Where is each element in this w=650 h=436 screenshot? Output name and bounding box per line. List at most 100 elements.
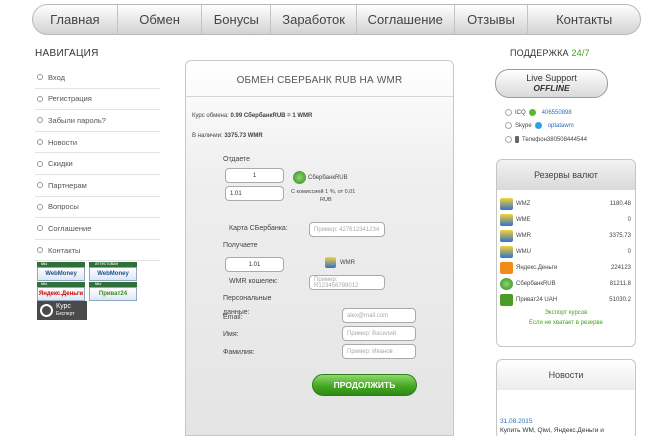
reserves-box: Резервы валют WMZ 1180.48 WME 0 WMR 3375… — [496, 159, 636, 347]
reserve-name: СбербанкRUB — [516, 281, 556, 287]
nav-earnings[interactable]: Заработок — [271, 5, 357, 34]
wmr-wallet-input[interactable]: Пример: R123456789012 — [309, 275, 385, 290]
commission-note: С комиссией 1 %, от 0,01 — [291, 189, 356, 195]
bullet-icon — [505, 122, 512, 129]
support-title-accent: 24/7 — [571, 48, 590, 58]
nav-home[interactable]: Главная — [33, 5, 118, 34]
nav-agreement[interactable]: Соглашение — [357, 5, 455, 34]
reserve-amount: 0 — [627, 249, 631, 255]
kurs-expert-badge[interactable]: Курс Експерт — [37, 301, 87, 320]
nav-contacts[interactable]: Контакты — [528, 5, 640, 34]
personal-label: Персональные — [223, 295, 272, 302]
wme-icon — [500, 214, 513, 226]
reserve-row-wmz: WMZ 1180.48 — [500, 196, 631, 212]
reserve-amount: 3375.73 — [609, 233, 631, 239]
reserve-amount: 51030.2 — [609, 297, 631, 303]
live-support-button[interactable]: Live Support OFFLINE — [495, 69, 608, 98]
name-input[interactable]: Пример: Василий — [342, 326, 416, 341]
get-amount-input[interactable]: 1.01 — [225, 257, 284, 272]
phone-contact: Телефон380508444544 — [505, 136, 587, 143]
reserve-row-privat24: Приват24 UAH 51030.2 — [500, 292, 631, 308]
reserve-name: WMU — [516, 249, 531, 255]
left-nav-partners[interactable]: Партнерам — [35, 175, 160, 197]
reserve-name: Приват24 UAH — [516, 297, 558, 303]
yandex-money-icon — [500, 262, 513, 274]
navigation-title: НАВИГАЦИЯ — [35, 48, 99, 59]
not-enough-reserve-link[interactable]: Если не хватает в резерве — [497, 320, 635, 326]
wmr-icon — [500, 230, 513, 242]
phone-number: Телефон380508444544 — [522, 136, 587, 143]
bullet-icon — [37, 95, 43, 102]
nav-exchange[interactable]: Обмен — [118, 5, 203, 34]
icq-contact: ICQ 406550898 — [505, 109, 572, 116]
badge-caption: аттестован — [95, 261, 119, 266]
reserve-amount: 1180.48 — [609, 201, 631, 207]
left-nav-forgot-password[interactable]: Забыли пароль? — [35, 110, 160, 132]
skype-icon — [534, 122, 542, 129]
reserve-amount: 81211.8 — [609, 281, 631, 287]
nav-bonuses[interactable]: Бонусы — [202, 5, 272, 34]
commission-unit: RUB — [320, 197, 332, 203]
skype-name[interactable]: optatawm — [548, 123, 574, 129]
bullet-icon — [505, 136, 512, 143]
nav-reviews[interactable]: Отзывы — [455, 5, 529, 34]
left-nav-login[interactable]: Вход — [35, 67, 160, 89]
reserve-name: WME — [516, 217, 531, 223]
privat24-icon — [500, 294, 513, 306]
give-label: Отдаете — [223, 156, 251, 163]
support-title: ПОДДЕРЖКА 24/7 — [510, 48, 590, 58]
bullet-icon — [37, 225, 43, 232]
privat24-badge[interactable]: Приват24 — [89, 287, 137, 301]
left-nav-contacts[interactable]: Контакты — [35, 240, 160, 262]
export-rates-link[interactable]: Экспорт курсов — [497, 310, 635, 316]
sberbank-icon — [500, 278, 513, 290]
icq-label: ICQ — [515, 109, 526, 116]
sberbank-icon — [293, 171, 306, 184]
support-title-text: ПОДДЕРЖКА — [510, 48, 569, 58]
news-date[interactable]: 31.08.2015 — [500, 418, 533, 425]
top-navigation: Главная Обмен Бонусы Заработок Соглашени… — [32, 4, 641, 35]
reserve-amount: 0 — [627, 217, 631, 223]
reserve-amount: 224123 — [610, 265, 631, 271]
phone-icon — [515, 136, 519, 143]
exchange-rate: Курс обмена: 0.99 СбербанкRUB = 1 WMR — [192, 113, 313, 119]
card-number-input[interactable]: Пример: 427612341234 — [309, 222, 385, 237]
name-label: Имя: — [223, 331, 239, 338]
yandex-money-badge[interactable]: Яндекс.Деньги — [37, 287, 85, 301]
skype-contact: Skype optatawm — [505, 122, 574, 129]
bullet-icon — [37, 247, 43, 254]
continue-button[interactable]: ПРОДОЛЖИТЬ — [312, 374, 417, 396]
icq-number[interactable]: 406550898 — [542, 110, 572, 116]
news-headline[interactable]: Купить WM, Qiwi, Яндекс.Деньги и — [500, 427, 604, 434]
skype-label: Skype — [515, 122, 532, 129]
email-label: Email: — [223, 314, 243, 321]
card-label: Карта СБербанка: — [229, 225, 288, 232]
icq-flower-icon — [528, 109, 536, 116]
get-label: Получаете — [223, 242, 258, 249]
webmoney-badge[interactable]: WebMoney — [37, 267, 85, 281]
bullet-icon — [37, 139, 43, 146]
webmoney-attested-badge[interactable]: WebMoney — [89, 267, 137, 281]
kurs-text: Курс — [56, 303, 71, 310]
bullet-icon — [37, 74, 43, 81]
kurs-logo-icon — [40, 304, 53, 317]
reserve-row-wmr: WMR 3375.73 — [500, 228, 631, 244]
live-support-status: OFFLINE — [533, 83, 570, 93]
wallet-label: WMR кошелек: — [229, 278, 278, 285]
reserve-name: Яндекс.Деньги — [516, 265, 558, 271]
left-nav-register[interactable]: Регистрация — [35, 89, 160, 111]
left-nav-agreement[interactable]: Соглашение — [35, 218, 160, 240]
bullet-icon — [37, 117, 43, 124]
give-quantity-input[interactable]: 1 — [225, 168, 284, 183]
left-nav-news[interactable]: Новости — [35, 132, 160, 154]
left-nav-list: Вход Регистрация Забыли пароль? Новости … — [35, 67, 160, 262]
surname-input[interactable]: Пример: Иванов — [342, 344, 416, 359]
give-amount-input[interactable]: 1.01 — [225, 186, 284, 201]
left-nav-discounts[interactable]: Скидки — [35, 153, 160, 175]
bullet-icon — [37, 160, 43, 167]
left-nav-questions[interactable]: Вопросы — [35, 197, 160, 219]
reserve-row-yandex: Яндекс.Деньги 224123 — [500, 260, 631, 276]
wmr-icon — [325, 257, 336, 268]
email-input[interactable]: alex@mail.com — [342, 308, 416, 323]
get-currency: WMR — [340, 260, 355, 266]
